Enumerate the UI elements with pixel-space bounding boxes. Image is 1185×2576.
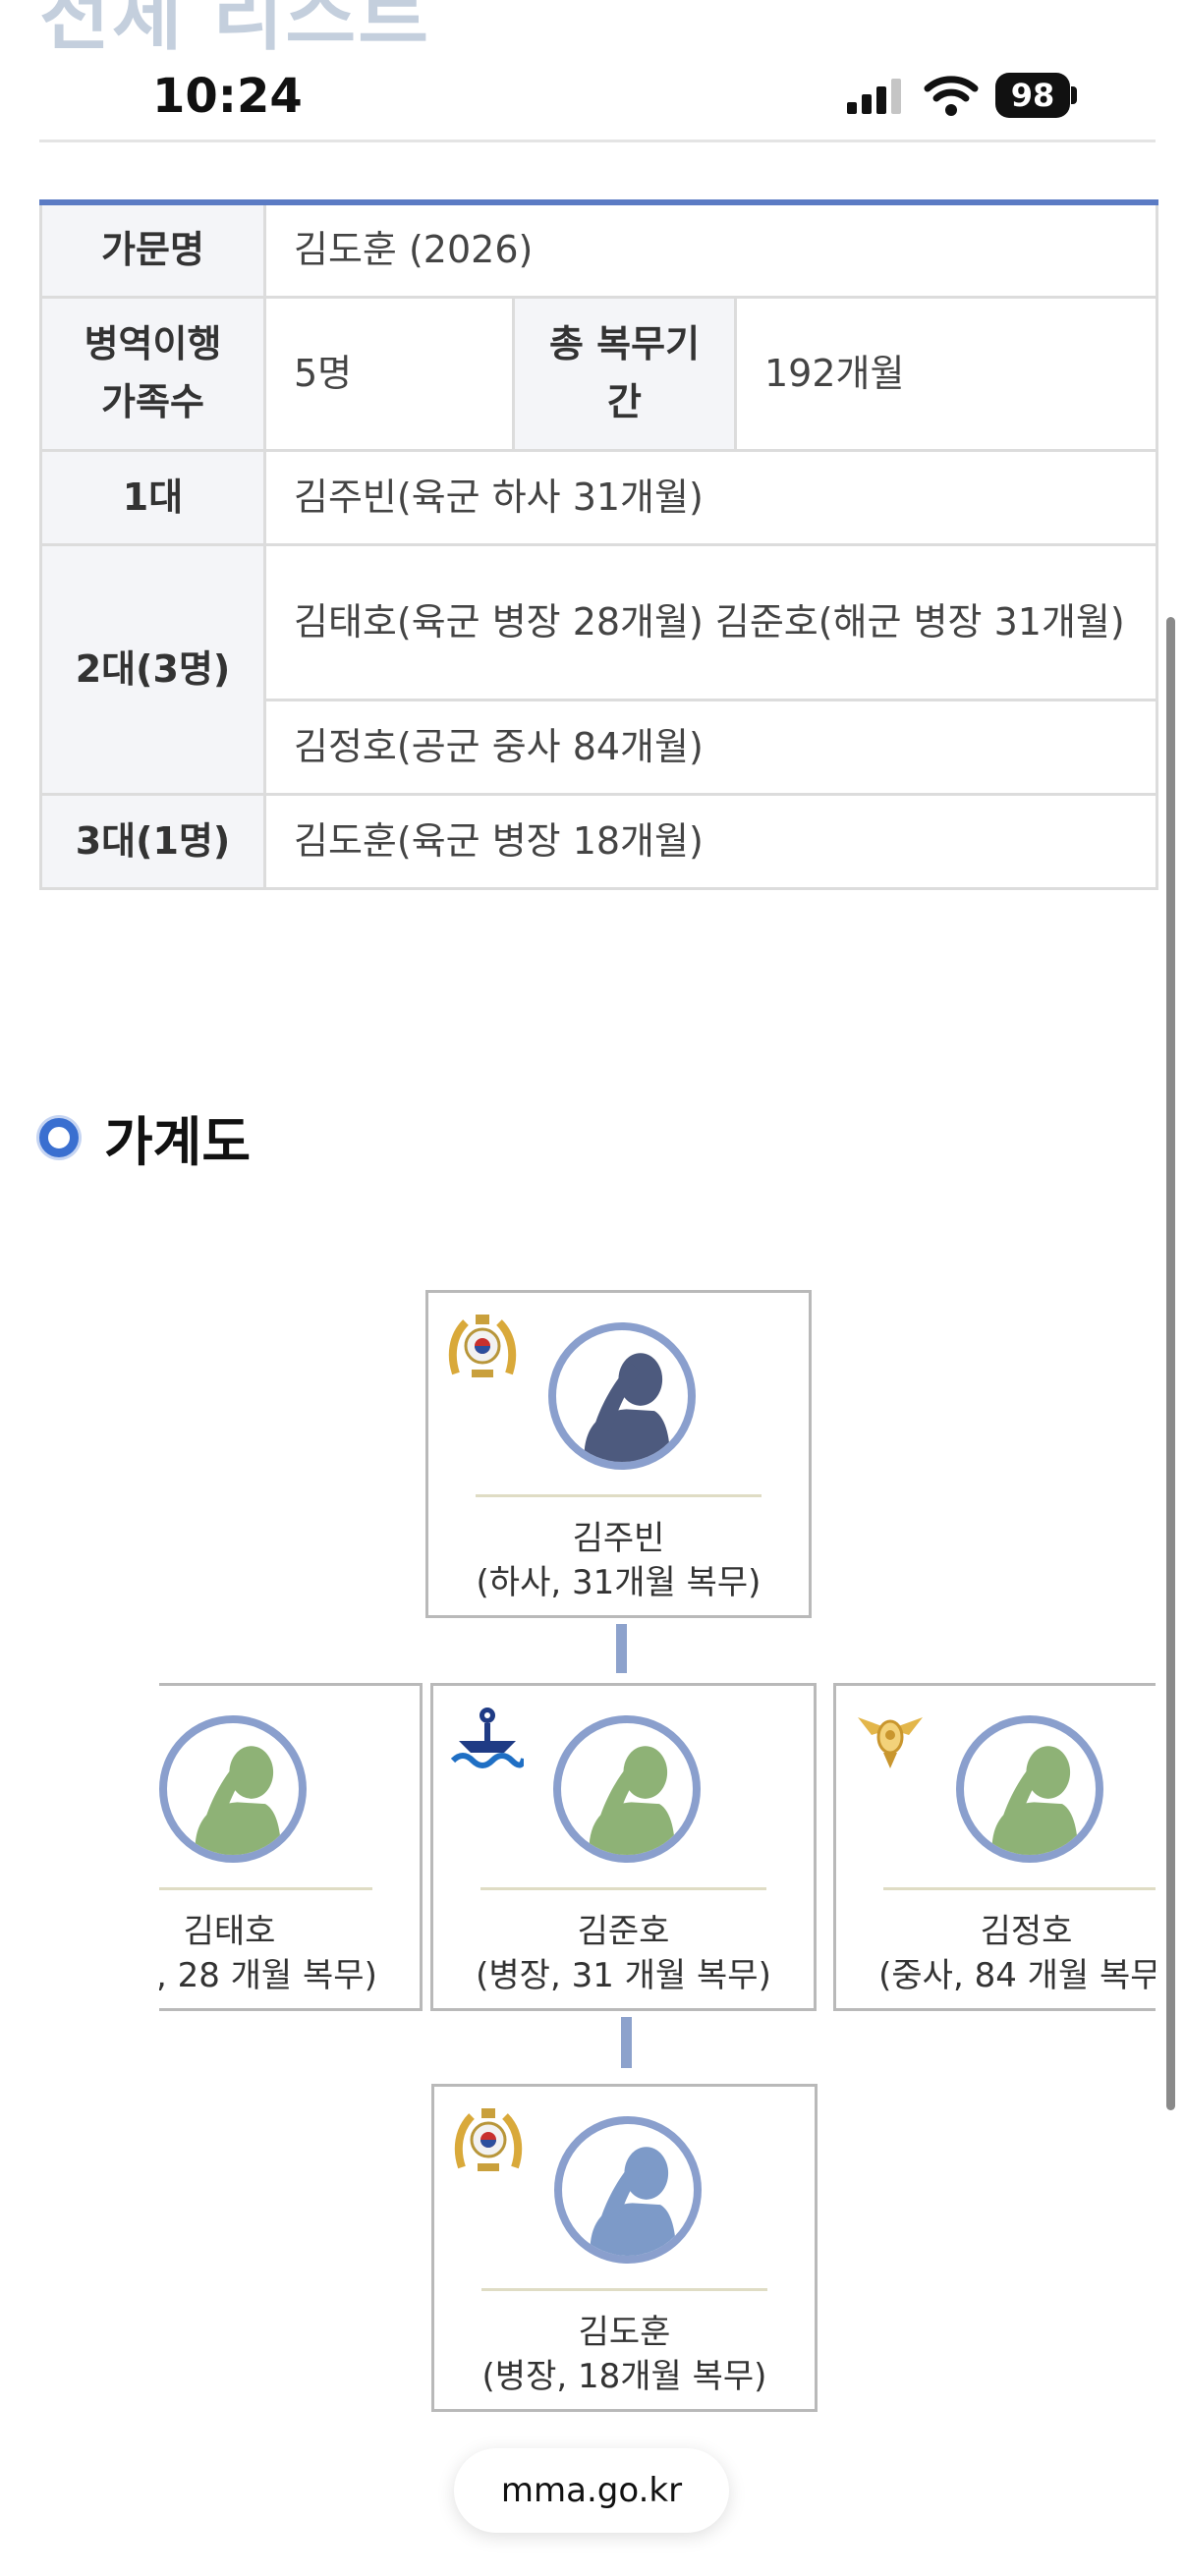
- member-name: 김준호: [577, 1912, 670, 1951]
- salute-avatar-icon: [159, 1715, 307, 1863]
- total-service-label: 총 복무기 간: [512, 295, 737, 452]
- url-bar[interactable]: mma.go.kr: [454, 2448, 729, 2533]
- member-service-detail: (병장, 31 개월 복무): [476, 1956, 771, 1995]
- member-service-detail: (병장, 28 개월 복무): [159, 1956, 377, 1995]
- status-time: 10:24: [152, 69, 303, 124]
- table-row: 1대 김주빈(육군 하사 31개월): [39, 448, 1159, 546]
- member-name: 김주빈: [572, 1519, 665, 1558]
- battery-icon: 98: [995, 73, 1070, 118]
- army-emblem-icon: [446, 1311, 519, 1383]
- cellular-signal-icon: [847, 79, 906, 114]
- member-service-detail: (중사, 84 개월 복무): [878, 1956, 1156, 1995]
- salute-avatar-icon: [956, 1715, 1103, 1863]
- navy-emblem-icon: [450, 1704, 527, 1776]
- family-members-label: 병역이행 가족수: [39, 295, 266, 452]
- generation-2-value: 김태호(육군 병장 28개월) 김준호(해군 병장 31개월): [262, 542, 1159, 701]
- air-force-emblem-icon: [854, 1704, 927, 1776]
- member-card[interactable]: 김도훈 (병장, 18개월 복무): [431, 2084, 818, 2412]
- member-name: 김태호: [183, 1912, 276, 1951]
- family-name-label: 가문명: [39, 200, 266, 299]
- card-divider: [481, 2288, 767, 2291]
- battery-cap: [1071, 86, 1077, 104]
- table-row: 병역이행 가족수 5명 총 복무기 간 192개월: [39, 295, 1159, 452]
- generation-2-value: 김정호(공군 중사 84개월): [262, 698, 1159, 796]
- section-title-text: 가계도: [104, 1111, 252, 1173]
- total-service-value: 192개월: [733, 295, 1159, 452]
- generation-1-value: 김주빈(육군 하사 31개월): [262, 448, 1159, 546]
- card-divider: [476, 1494, 762, 1497]
- member-service-detail: (하사, 31개월 복무): [476, 1563, 762, 1602]
- army-emblem-icon: [452, 2104, 525, 2177]
- header-divider: [39, 140, 1156, 142]
- salute-avatar-icon: [554, 2116, 702, 2264]
- wifi-icon: [924, 73, 979, 116]
- member-service-detail: (병장, 18개월 복무): [481, 2357, 767, 2396]
- card-divider: [883, 1887, 1156, 1890]
- salute-avatar-icon: [548, 1322, 696, 1470]
- card-divider: [480, 1887, 766, 1890]
- table-row: 2대(3명) 김태호(육군 병장 28개월) 김준호(해군 병장 31개월): [39, 542, 1159, 796]
- generation-1-label: 1대: [39, 448, 266, 546]
- table-row: 3대(1명) 김도훈(육군 병장 18개월): [39, 792, 1159, 890]
- member-name: 김도훈: [578, 2313, 671, 2352]
- page-heading: 전체 리스트: [39, 0, 430, 61]
- card-divider: [159, 1887, 372, 1890]
- member-card[interactable]: 김정호 (중사, 84 개월 복무): [833, 1683, 1156, 2011]
- member-name: 김정호: [980, 1912, 1073, 1951]
- generation-3-value: 김도훈(육군 병장 18개월): [262, 792, 1159, 890]
- member-card[interactable]: 김준호 (병장, 31 개월 복무): [430, 1683, 817, 2011]
- generation-3-label: 3대(1명): [39, 792, 266, 890]
- table-row: 가문명 김도훈 (2026): [39, 200, 1159, 299]
- circle-bullet-icon: [39, 1117, 79, 1157]
- family-name-value: 김도훈 (2026): [262, 200, 1159, 299]
- scrollbar[interactable]: [1166, 617, 1175, 2110]
- salute-avatar-icon: [553, 1715, 701, 1863]
- tree-row-viewport: 김태호 (병장, 28 개월 복무) 김준호 (병장, 31 개월 복무) 김정…: [159, 1670, 1156, 2034]
- generation-2-label: 2대(3명): [39, 542, 266, 796]
- member-card[interactable]: 김태호 (병장, 28 개월 복무): [159, 1683, 423, 2011]
- tree-connector: [616, 1624, 627, 1673]
- family-members-value: 5명: [263, 295, 515, 452]
- family-info-table: 가문명 김도훈 (2026) 병역이행 가족수 5명 총 복무기 간 192개월…: [39, 199, 1159, 890]
- family-tree-section-title: 가계도: [39, 1098, 251, 1176]
- member-card[interactable]: 김주빈 (하사, 31개월 복무): [425, 1290, 812, 1618]
